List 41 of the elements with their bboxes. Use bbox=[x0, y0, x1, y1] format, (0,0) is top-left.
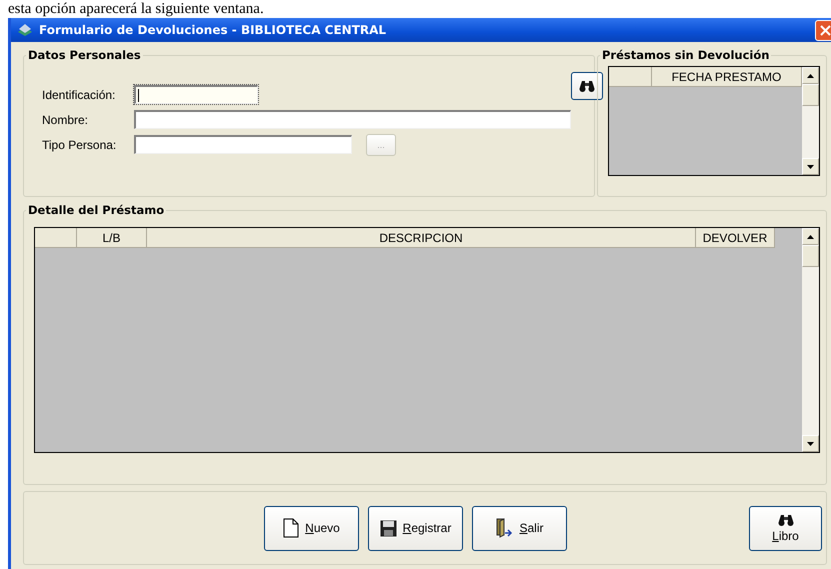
book-search-button[interactable]: Libro bbox=[749, 506, 822, 550]
scroll-thumb[interactable] bbox=[802, 84, 819, 106]
binoculars-icon bbox=[579, 79, 595, 93]
group-title: Detalle del Préstamo bbox=[27, 203, 166, 217]
scrollbar[interactable] bbox=[802, 67, 819, 175]
down-arrow-icon bbox=[807, 164, 814, 168]
field-label: Nombre: bbox=[41, 112, 90, 126]
up-arrow-icon bbox=[807, 234, 814, 238]
down-arrow-icon bbox=[807, 442, 814, 446]
row-header bbox=[35, 228, 77, 248]
scrollbar[interactable] bbox=[802, 228, 819, 452]
document-text: esta opción aparecerá la siguiente ventana. bbox=[7, 0, 265, 18]
save-button[interactable]: Registrar bbox=[368, 506, 463, 550]
up-arrow-icon bbox=[807, 74, 814, 78]
group-title: Préstamos sin Devolución bbox=[601, 48, 770, 62]
books-icon bbox=[17, 23, 33, 37]
group-title: Datos Personales bbox=[27, 48, 142, 62]
window-title: Formulario de Devoluciones - BIBLIOTECA CENTRAL bbox=[39, 23, 388, 37]
scroll-down-button[interactable] bbox=[802, 158, 819, 175]
exit-door-icon bbox=[495, 518, 514, 538]
scroll-thumb[interactable] bbox=[802, 245, 819, 267]
close-button[interactable] bbox=[815, 20, 831, 40]
field-label: Tipo Persona: bbox=[41, 138, 118, 152]
scroll-down-button[interactable] bbox=[802, 435, 819, 452]
scroll-up-button[interactable] bbox=[802, 228, 819, 245]
column-header[interactable]: DEVOLVER bbox=[696, 228, 775, 248]
input-field[interactable] bbox=[134, 85, 258, 104]
column-header[interactable]: L/B bbox=[77, 228, 147, 248]
binoculars-icon bbox=[778, 513, 794, 527]
search-button[interactable] bbox=[571, 72, 603, 100]
scroll-up-button[interactable] bbox=[802, 67, 819, 84]
document-icon bbox=[283, 518, 300, 538]
field-label: Identificación: bbox=[41, 88, 116, 102]
close-icon bbox=[820, 24, 831, 36]
exit-button[interactable]: Salir bbox=[472, 506, 567, 550]
row-header bbox=[609, 67, 652, 87]
column-header[interactable]: DESCRIPCION bbox=[147, 228, 696, 248]
input-field[interactable] bbox=[134, 135, 352, 154]
column-header[interactable]: FECHA PRESTAMO bbox=[652, 67, 802, 87]
input-field[interactable] bbox=[134, 110, 571, 129]
new-button[interactable]: Nuevo bbox=[264, 506, 359, 550]
